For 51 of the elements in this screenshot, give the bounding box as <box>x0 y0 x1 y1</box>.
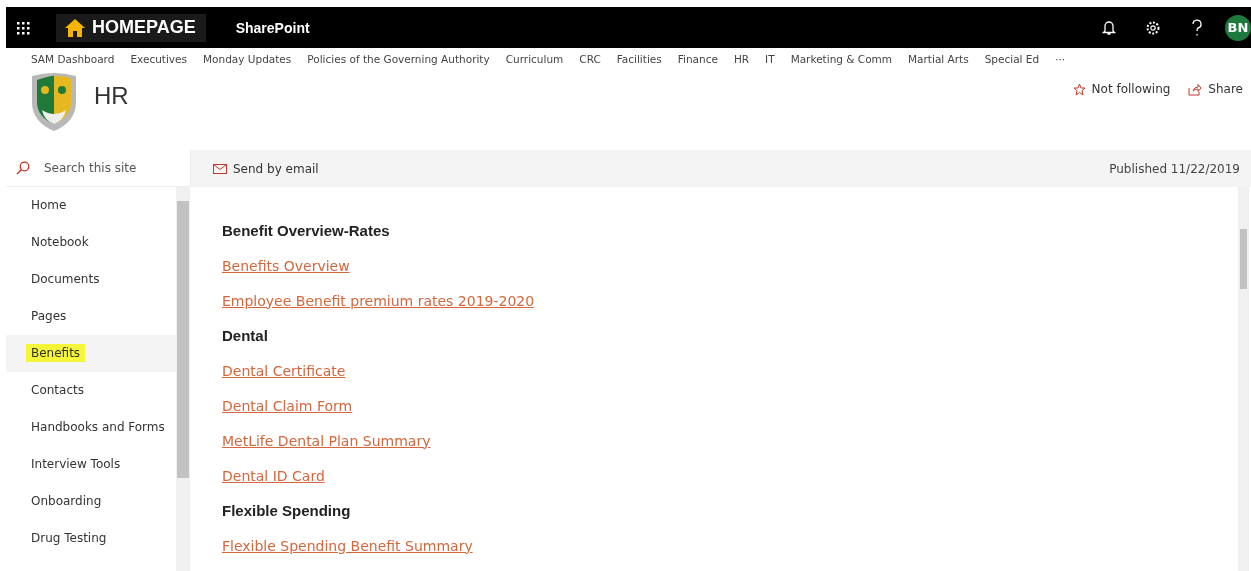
share-button[interactable]: Share <box>1188 82 1243 96</box>
envelope-icon <box>213 163 227 174</box>
hub-nav-link[interactable]: Curriculum <box>505 53 564 65</box>
hub-nav-link[interactable]: Facilities <box>616 53 662 65</box>
sidebar-item[interactable]: Handbooks and Forms <box>6 409 176 446</box>
document-link[interactable]: MetLife Dental Plan Summary <box>222 432 431 449</box>
search-icon[interactable] <box>16 161 30 175</box>
hub-nav-link[interactable]: Executives <box>130 53 187 65</box>
hub-nav-link[interactable]: Special Ed <box>984 53 1040 65</box>
site-title: HR <box>94 82 129 110</box>
hub-nav-link[interactable]: HR <box>733 53 750 65</box>
hub-nav-link[interactable]: SAM Dashboard <box>31 53 115 65</box>
document-link[interactable]: Employee Benefit premium rates 2019-2020 <box>222 292 535 309</box>
shield-logo <box>30 72 78 132</box>
homepage-link[interactable]: HOMEPAGE <box>56 13 206 42</box>
hub-nav-link[interactable]: Policies of the Governing Authority <box>307 53 490 65</box>
user-avatar[interactable]: BN <box>1225 14 1251 41</box>
sidebar-item[interactable]: Notebook <box>6 224 176 261</box>
document-link[interactable]: Dental Certificate <box>222 362 346 379</box>
share-icon <box>1188 82 1203 96</box>
scrollbar[interactable] <box>1238 187 1249 571</box>
document-link[interactable]: Dental ID Card <box>222 467 325 484</box>
hub-nav-link[interactable]: Monday Updates <box>203 53 292 65</box>
house-icon <box>64 17 86 38</box>
hub-nav-link[interactable]: IT <box>765 53 775 65</box>
sidebar-item[interactable]: Contacts <box>6 372 176 409</box>
hub-nav-link[interactable]: Finance <box>677 53 718 65</box>
published-date: Published 11/22/2019 <box>1109 161 1240 176</box>
search-field[interactable]: Search this site <box>42 160 186 176</box>
sidebar-item[interactable]: Home <box>6 187 176 224</box>
hub-nav-link[interactable]: ··· <box>1055 53 1066 65</box>
hub-nav-link[interactable]: Martial Arts <box>908 53 969 65</box>
send-by-email-button[interactable]: Send by email <box>213 161 319 176</box>
follow-button[interactable]: Not following <box>1072 82 1171 96</box>
hub-nav-link[interactable]: CRC <box>579 53 601 65</box>
document-link[interactable]: Benefits Overview <box>222 257 350 274</box>
sidebar-item[interactable]: Benefits <box>6 335 176 372</box>
scrollbar[interactable] <box>176 187 190 571</box>
document-link[interactable]: Dental Claim Form <box>222 397 353 414</box>
section-heading: Dental <box>222 327 268 344</box>
app-name[interactable]: SharePoint <box>235 19 310 36</box>
sidebar-item[interactable]: Interview Tools <box>6 446 176 483</box>
sidebar-item[interactable]: Drug Testing <box>6 520 176 557</box>
sidebar-item[interactable]: Pages <box>6 298 176 335</box>
hub-nav-link[interactable]: Marketing & Comm <box>790 53 893 65</box>
sidebar-item[interactable]: Onboarding <box>6 483 176 520</box>
section-heading: Flexible Spending <box>222 502 351 519</box>
star-icon <box>1072 82 1086 96</box>
section-heading: Benefit Overview-Rates <box>222 222 390 239</box>
document-link[interactable]: Flexible Spending Benefit Summary <box>222 537 473 554</box>
sidebar-item[interactable]: Documents <box>6 261 176 298</box>
